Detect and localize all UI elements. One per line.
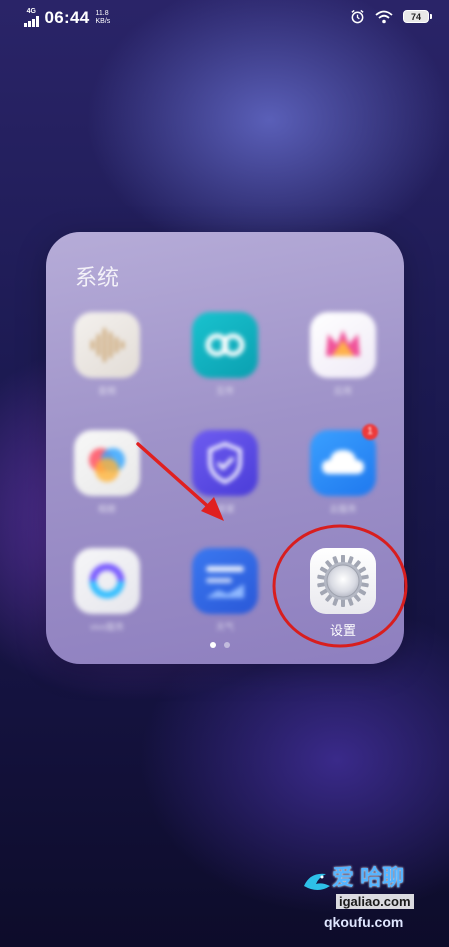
watermark-url: igaliao.com bbox=[336, 894, 414, 909]
network-type: 4G bbox=[26, 8, 36, 15]
app-cloud[interactable] bbox=[310, 430, 376, 496]
watermark: 爱 哈聊 igaliao.com qkoufu.com bbox=[300, 860, 440, 940]
network-speed: 11.8 KB/s bbox=[95, 10, 110, 26]
alarm-icon bbox=[351, 9, 364, 24]
gear-icon bbox=[317, 555, 369, 607]
app-weather[interactable] bbox=[192, 548, 258, 614]
bird-logo-icon bbox=[304, 873, 330, 890]
page-indicator bbox=[210, 642, 230, 648]
app-audio[interactable] bbox=[74, 312, 140, 378]
app-label: 相册 bbox=[97, 504, 116, 514]
battery-level: 74 bbox=[410, 11, 421, 22]
page-dot bbox=[224, 642, 230, 648]
notification-badge: 1 bbox=[362, 424, 378, 440]
weather-icon bbox=[206, 566, 244, 598]
watermark-url-secondary: qkoufu.com bbox=[324, 914, 404, 930]
app-transfer[interactable] bbox=[192, 312, 258, 378]
wifi-icon bbox=[375, 10, 393, 23]
folder-title: 系统 bbox=[75, 265, 120, 290]
app-label: 天气 bbox=[215, 622, 234, 632]
settings-app-label: 设置 bbox=[329, 623, 356, 638]
app-label: vivo服务 bbox=[89, 622, 124, 632]
watermark-text: 爱 哈聊 bbox=[332, 865, 405, 890]
network-speed-value: 11.8 bbox=[95, 10, 109, 17]
app-security[interactable] bbox=[192, 430, 258, 496]
settings-app-icon[interactable] bbox=[310, 548, 376, 614]
app-label: 云服务 bbox=[329, 504, 357, 514]
infinity-icon bbox=[205, 333, 245, 357]
network-speed-unit: KB/s bbox=[95, 18, 111, 25]
cloud-icon bbox=[322, 450, 364, 474]
app-vivo-service[interactable] bbox=[74, 548, 140, 614]
page-dot-active bbox=[210, 642, 216, 648]
color-circles-icon bbox=[89, 448, 125, 482]
app-label: 应用 bbox=[333, 386, 352, 396]
ring-icon bbox=[89, 563, 125, 599]
app-store[interactable] bbox=[310, 312, 376, 378]
battery-icon: 74 bbox=[403, 10, 432, 23]
signal-icon bbox=[24, 16, 39, 27]
system-folder[interactable]: 系统 音频 互传 应用 相册 i管家 1 云服务 vivo服务 天气 设置 bbox=[46, 232, 404, 664]
app-label: 音频 bbox=[97, 386, 116, 396]
app-label: 互传 bbox=[215, 386, 234, 396]
status-bar: 4G 06:44 11.8 KB/s 74 bbox=[0, 0, 449, 36]
app-label: i管家 bbox=[215, 504, 235, 514]
clock: 06:44 bbox=[44, 8, 90, 27]
network-indicator: 4G bbox=[24, 8, 39, 27]
shield-check-icon bbox=[208, 442, 242, 484]
sound-wave-icon bbox=[91, 328, 124, 362]
app-gallery[interactable] bbox=[74, 430, 140, 496]
crown-icon bbox=[326, 330, 360, 356]
